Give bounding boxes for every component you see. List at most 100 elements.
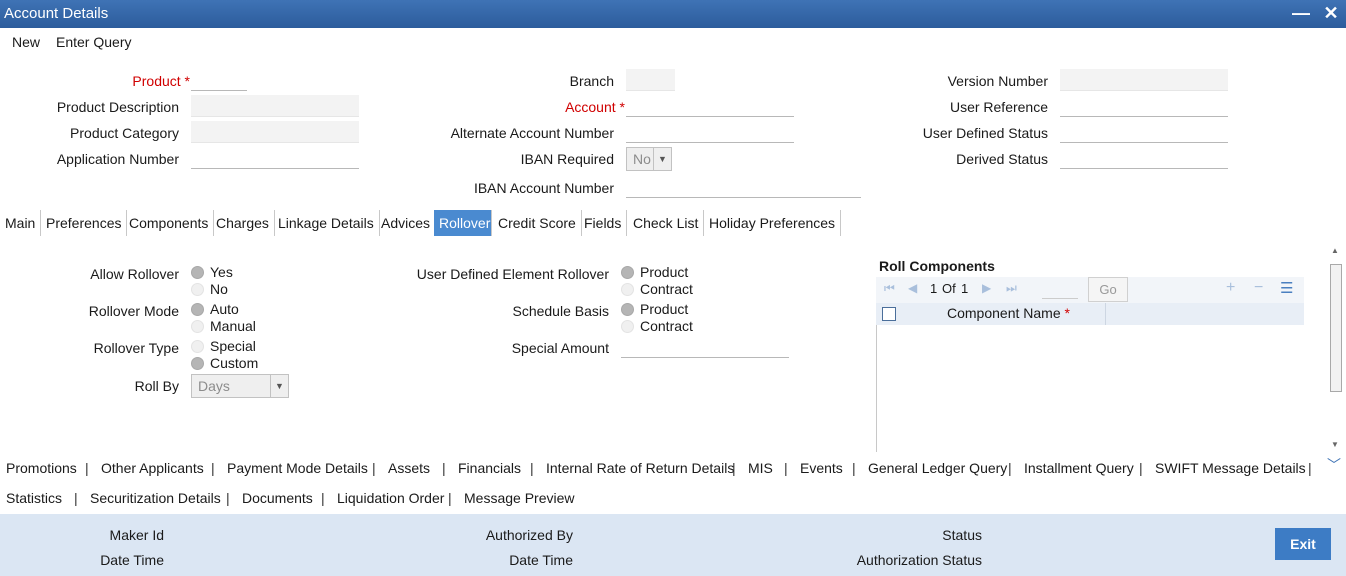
tab-main[interactable]: Main [0,210,42,236]
link-general-ledger-query[interactable]: General Ledger Query [868,460,1007,476]
tab-credit-score[interactable]: Credit Score [493,210,582,236]
last-page-icon[interactable]: ⏭ [1006,281,1017,296]
link-statistics[interactable]: Statistics [6,490,62,506]
link-message-preview[interactable]: Message Preview [464,490,575,506]
first-page-icon[interactable]: ⏮ [884,281,895,296]
scroll-thumb[interactable] [1330,264,1342,392]
tab-advices[interactable]: Advices [376,210,437,236]
application-number-input[interactable] [191,147,359,169]
tab-charges[interactable]: Charges [211,210,275,236]
product-label: Product * [132,73,190,89]
status-label: Status [942,527,982,543]
minimize-icon[interactable]: — [1291,3,1311,23]
add-row-icon[interactable]: + [1226,279,1235,297]
authorized-by-label: Authorized By [485,527,573,543]
link-financials[interactable]: Financials [458,460,521,476]
roll-by-select[interactable]: Days ▼ [191,374,289,398]
go-button[interactable]: Go [1088,277,1128,302]
version-number-input[interactable] [1060,69,1228,91]
allow-rollover-label: Allow Rollover [90,266,179,282]
product-category-label: Product Category [70,125,179,141]
derived-status-input[interactable] [1060,147,1228,169]
branch-input[interactable] [626,69,675,91]
roll-by-value: Days [198,378,230,394]
link-events[interactable]: Events [800,460,843,476]
special-amount-label: Special Amount [511,340,609,356]
column-divider [1105,303,1106,325]
grid-header: Component Name * [876,303,1304,325]
allow-rollover-no-radio[interactable]: No [191,281,228,297]
rollover-type-special-radio[interactable]: Special [191,338,256,354]
link-documents[interactable]: Documents [242,490,313,506]
product-category-input[interactable] [191,121,359,143]
audit-footer: Maker Id Date Time Authorized By Date Ti… [0,514,1346,576]
schedule-basis-label: Schedule Basis [512,303,609,319]
scroll-down-icon[interactable]: ▼ [1331,440,1339,449]
vertical-scrollbar[interactable]: ▲ ▼ [1329,246,1343,452]
rollover-type-custom-radio[interactable]: Custom [191,355,258,371]
account-input[interactable] [626,95,794,117]
product-input[interactable] [191,69,247,91]
menu-enter-query[interactable]: Enter Query [56,34,131,50]
link-promotions[interactable]: Promotions [6,460,77,476]
schedule-basis-product-radio[interactable]: Product [621,301,688,317]
total-pages: 1 [961,281,969,296]
tab-rollover[interactable]: Rollover [434,210,492,236]
exit-button[interactable]: Exit [1275,528,1331,560]
product-description-label: Product Description [56,99,179,115]
tab-preferences[interactable]: Preferences [41,210,128,236]
special-amount-input[interactable] [621,336,789,358]
link-mis[interactable]: MIS [748,460,773,476]
tab-holiday-preferences[interactable]: Holiday Preferences [704,210,842,236]
menu-new[interactable]: New [12,34,40,50]
roll-by-label: Roll By [134,378,179,394]
tab-check-list[interactable]: Check List [628,210,705,236]
tab-fields[interactable]: Fields [579,210,628,236]
close-icon[interactable]: ✕ [1321,3,1341,23]
chevron-down-icon[interactable]: ﹀ [1327,455,1341,475]
iban-account-number-input[interactable] [626,176,861,198]
link-irr-details[interactable]: Internal Rate of Return Details [546,460,734,476]
application-number-label: Application Number [56,151,179,167]
schedule-basis-contract-radio[interactable]: Contract [621,318,693,334]
version-number-label: Version Number [947,73,1048,89]
derived-status-label: Derived Status [956,151,1048,167]
link-payment-mode-details[interactable]: Payment Mode Details [227,460,368,476]
list-view-icon[interactable]: ☰ [1280,279,1293,297]
link-liquidation-order[interactable]: Liquidation Order [337,490,444,506]
link-assets[interactable]: Assets [388,460,430,476]
link-installment-query[interactable]: Installment Query [1024,460,1134,476]
iban-account-number-label: IBAN Account Number [473,180,614,196]
ude-rollover-contract-radio[interactable]: Contract [621,281,693,297]
tab-components[interactable]: Components [124,210,215,236]
link-other-applicants[interactable]: Other Applicants [101,460,204,476]
rollover-mode-manual-radio[interactable]: Manual [191,318,256,334]
user-reference-input[interactable] [1060,95,1228,117]
menu-bar: New Enter Query [0,28,1346,54]
rollover-type-label: Rollover Type [93,340,179,356]
allow-rollover-yes-radio[interactable]: Yes [191,264,233,280]
user-defined-status-label: User Defined Status [922,125,1048,141]
ude-rollover-product-radio[interactable]: Product [621,264,688,280]
link-securitization-details[interactable]: Securitization Details [90,490,221,506]
user-defined-status-input[interactable] [1060,121,1228,143]
page-number-input[interactable] [1042,279,1078,299]
current-page: 1 [930,281,938,296]
tab-linkage-details[interactable]: Linkage Details [273,210,380,236]
window-title: Account Details [4,5,109,22]
link-swift-message-details[interactable]: SWIFT Message Details [1155,460,1306,476]
scroll-up-icon[interactable]: ▲ [1331,246,1339,255]
delete-row-icon[interactable]: − [1254,279,1263,297]
alternate-account-number-input[interactable] [626,121,794,143]
ude-rollover-label: User Defined Element Rollover [416,266,609,282]
next-page-icon[interactable]: ▶ [982,281,991,295]
rollover-mode-label: Rollover Mode [88,303,179,319]
maker-date-time-label: Date Time [100,552,164,568]
select-all-checkbox[interactable] [882,307,896,321]
prev-page-icon[interactable]: ◀ [908,281,917,295]
alternate-account-number-label: Alternate Account Number [450,125,614,141]
branch-label: Branch [569,73,614,89]
rollover-mode-auto-radio[interactable]: Auto [191,301,239,317]
product-description-input[interactable] [191,95,359,117]
iban-required-select[interactable]: No ▼ [626,147,672,171]
